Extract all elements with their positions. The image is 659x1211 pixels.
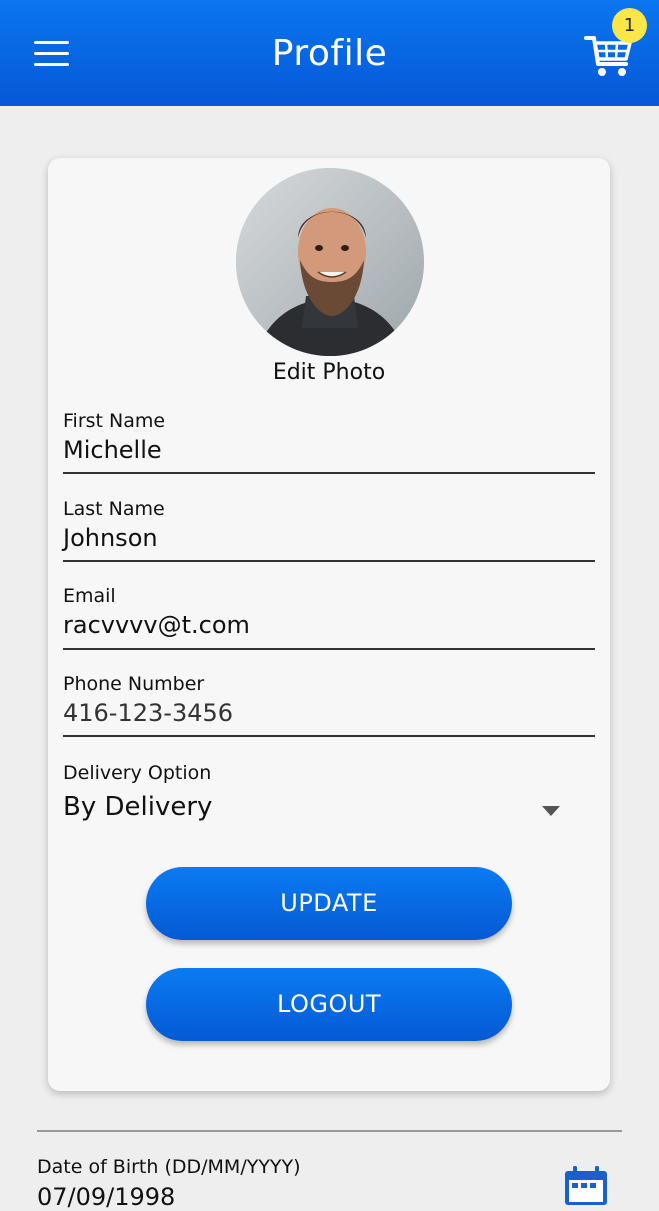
email-input[interactable]: racvvvv@t.com [63,611,595,639]
email-underline [63,648,595,650]
email-label: Email [63,585,116,607]
dob-label: Date of Birth (DD/MM/YYYY) [37,1156,301,1178]
last-name-field[interactable]: Last Name Johnson [63,498,595,562]
first-name-underline [63,472,595,474]
phone-field[interactable]: Phone Number 416-123-3456 [63,673,595,737]
cart-count-badge: 1 [612,8,647,43]
chevron-down-icon[interactable] [542,806,560,816]
page-title: Profile [271,33,388,74]
delivery-option-select[interactable]: Delivery Option By Delivery [63,762,595,822]
section-divider [37,1130,622,1132]
email-field[interactable]: Email racvvvv@t.com [63,585,595,650]
update-button[interactable]: UPDATE [146,867,512,940]
phone-underline [63,735,595,737]
logout-button[interactable]: LOGOUT [146,968,512,1041]
first-name-label: First Name [63,410,166,432]
last-name-input[interactable]: Johnson [63,524,595,552]
phone-label: Phone Number [63,673,205,695]
profile-avatar[interactable] [236,168,424,356]
app-bar: Profile 1 [0,0,659,106]
calendar-icon[interactable] [563,1165,609,1205]
delivery-option-value[interactable]: By Delivery [63,792,595,822]
profile-card: Edit Photo First Name Michelle Last Name… [48,158,610,1091]
dob-input[interactable]: 07/09/1998 [37,1183,175,1211]
first-name-input[interactable]: Michelle [63,436,595,464]
delivery-option-label: Delivery Option [63,762,212,784]
last-name-underline [63,560,595,562]
edit-photo-button[interactable]: Edit Photo [48,360,610,385]
phone-input[interactable]: 416-123-3456 [63,699,595,727]
first-name-field[interactable]: First Name Michelle [63,410,595,474]
last-name-label: Last Name [63,498,165,520]
